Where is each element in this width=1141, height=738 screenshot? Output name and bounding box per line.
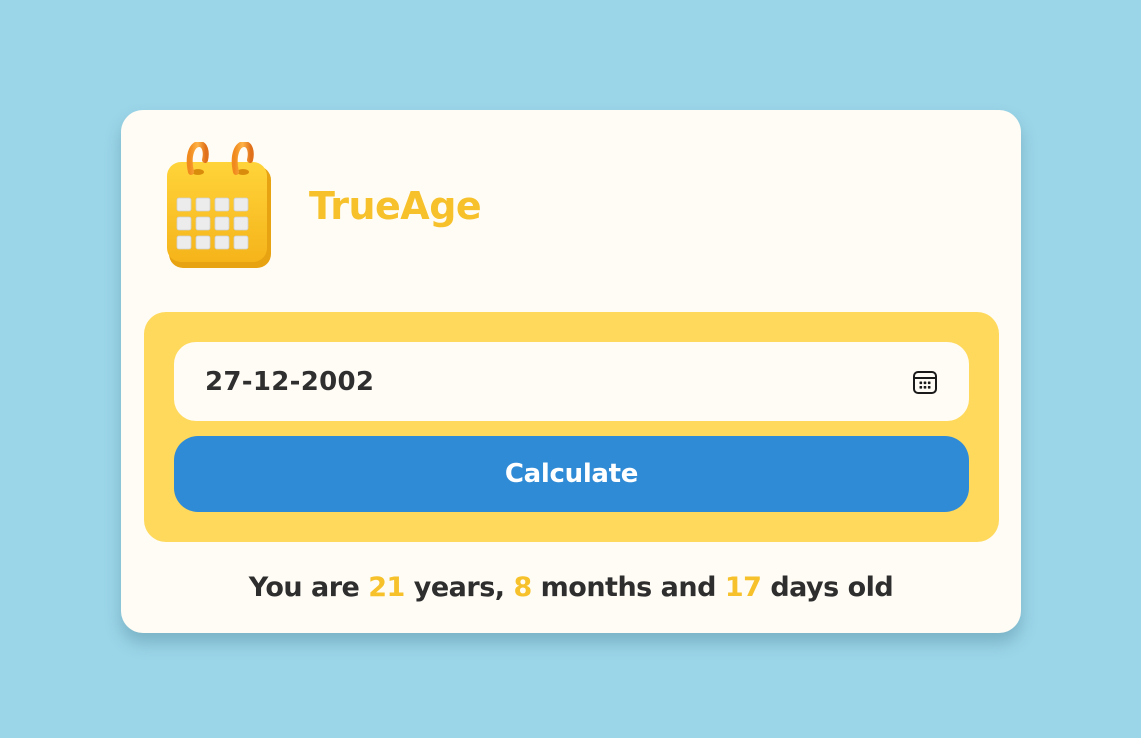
result-prefix: You are: [248, 572, 360, 603]
calendar-icon: [167, 142, 271, 268]
result-months-label: months and: [540, 572, 717, 603]
age-result: You are 21 years, 8 months and 17 days o…: [121, 572, 1021, 603]
age-calculator-card: TrueAge 27-12-2002 Calculate You are 21: [121, 110, 1021, 633]
app-header: TrueAge: [165, 142, 482, 272]
result-days: 17: [724, 572, 762, 603]
date-form-panel: 27-12-2002 Calculate: [144, 312, 999, 542]
calculate-button[interactable]: Calculate: [174, 436, 969, 512]
birthdate-input[interactable]: 27-12-2002: [174, 342, 969, 421]
calendar-picker-icon[interactable]: [912, 369, 938, 395]
result-days-label: days old: [770, 572, 894, 603]
app-title: TrueAge: [309, 184, 482, 228]
result-years: 21: [368, 572, 405, 603]
result-months: 8: [513, 572, 532, 603]
birthdate-value[interactable]: 27-12-2002: [205, 367, 912, 397]
result-years-label: years,: [413, 572, 505, 603]
